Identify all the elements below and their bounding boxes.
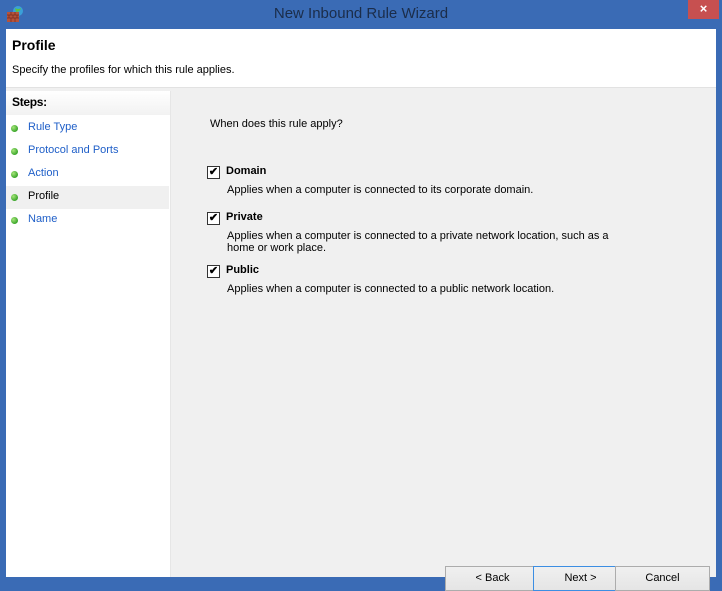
step-rule-type[interactable]: Rule Type <box>6 117 169 140</box>
step-name[interactable]: Name <box>6 209 169 232</box>
checkmark-icon: ✔ <box>208 265 219 277</box>
window-title: New Inbound Rule Wizard <box>273 5 449 22</box>
page-subtitle: Specify the profiles for which this rule… <box>12 64 235 76</box>
wizard-header: Profile Specify the profiles for which t… <box>6 29 716 88</box>
public-label[interactable]: Public <box>226 264 259 276</box>
domain-checkbox[interactable]: ✔ <box>207 166 220 179</box>
step-label: Action <box>28 167 59 179</box>
domain-label[interactable]: Domain <box>226 165 266 177</box>
step-protocol-and-ports[interactable]: Protocol and Ports <box>6 140 169 163</box>
private-checkbox[interactable]: ✔ <box>207 212 220 225</box>
public-description: Applies when a computer is connected to … <box>227 283 555 295</box>
checkmark-icon: ✔ <box>208 212 219 224</box>
back-button[interactable]: < Back <box>445 566 540 591</box>
page-title: Profile <box>12 37 56 53</box>
close-icon: × <box>699 1 708 16</box>
step-status-icon <box>11 194 18 201</box>
step-status-icon <box>11 171 18 178</box>
step-label: Name <box>28 213 58 225</box>
profile-page: When does this rule apply? ✔ Domain Appl… <box>173 91 716 591</box>
public-checkbox[interactable]: ✔ <box>207 265 220 278</box>
cancel-button[interactable]: Cancel <box>615 566 710 591</box>
private-label[interactable]: Private <box>226 211 263 223</box>
step-status-icon <box>11 125 18 132</box>
close-button[interactable]: × <box>688 0 719 19</box>
step-profile[interactable]: Profile <box>6 186 169 209</box>
next-button[interactable]: Next > <box>533 566 628 591</box>
title-bar[interactable]: New Inbound Rule Wizard × <box>0 0 722 29</box>
checkmark-icon: ✔ <box>208 166 219 178</box>
domain-description: Applies when a computer is connected to … <box>227 184 534 196</box>
question-label: When does this rule apply? <box>210 118 343 130</box>
step-label: Protocol and Ports <box>28 144 119 156</box>
step-label: Profile <box>28 190 60 202</box>
step-status-icon <box>11 148 18 155</box>
wizard-window: New Inbound Rule Wizard × Profile Specif… <box>0 0 722 591</box>
steps-label: Steps: <box>12 95 47 109</box>
private-description: Applies when a computer is connected to … <box>227 230 609 254</box>
steps-panel: Steps: Rule Type Protocol and Ports Acti… <box>6 91 171 577</box>
wizard-client-area: Profile Specify the profiles for which t… <box>6 29 716 591</box>
step-action[interactable]: Action <box>6 163 169 186</box>
step-status-icon <box>11 217 18 224</box>
step-label: Rule Type <box>28 121 78 133</box>
